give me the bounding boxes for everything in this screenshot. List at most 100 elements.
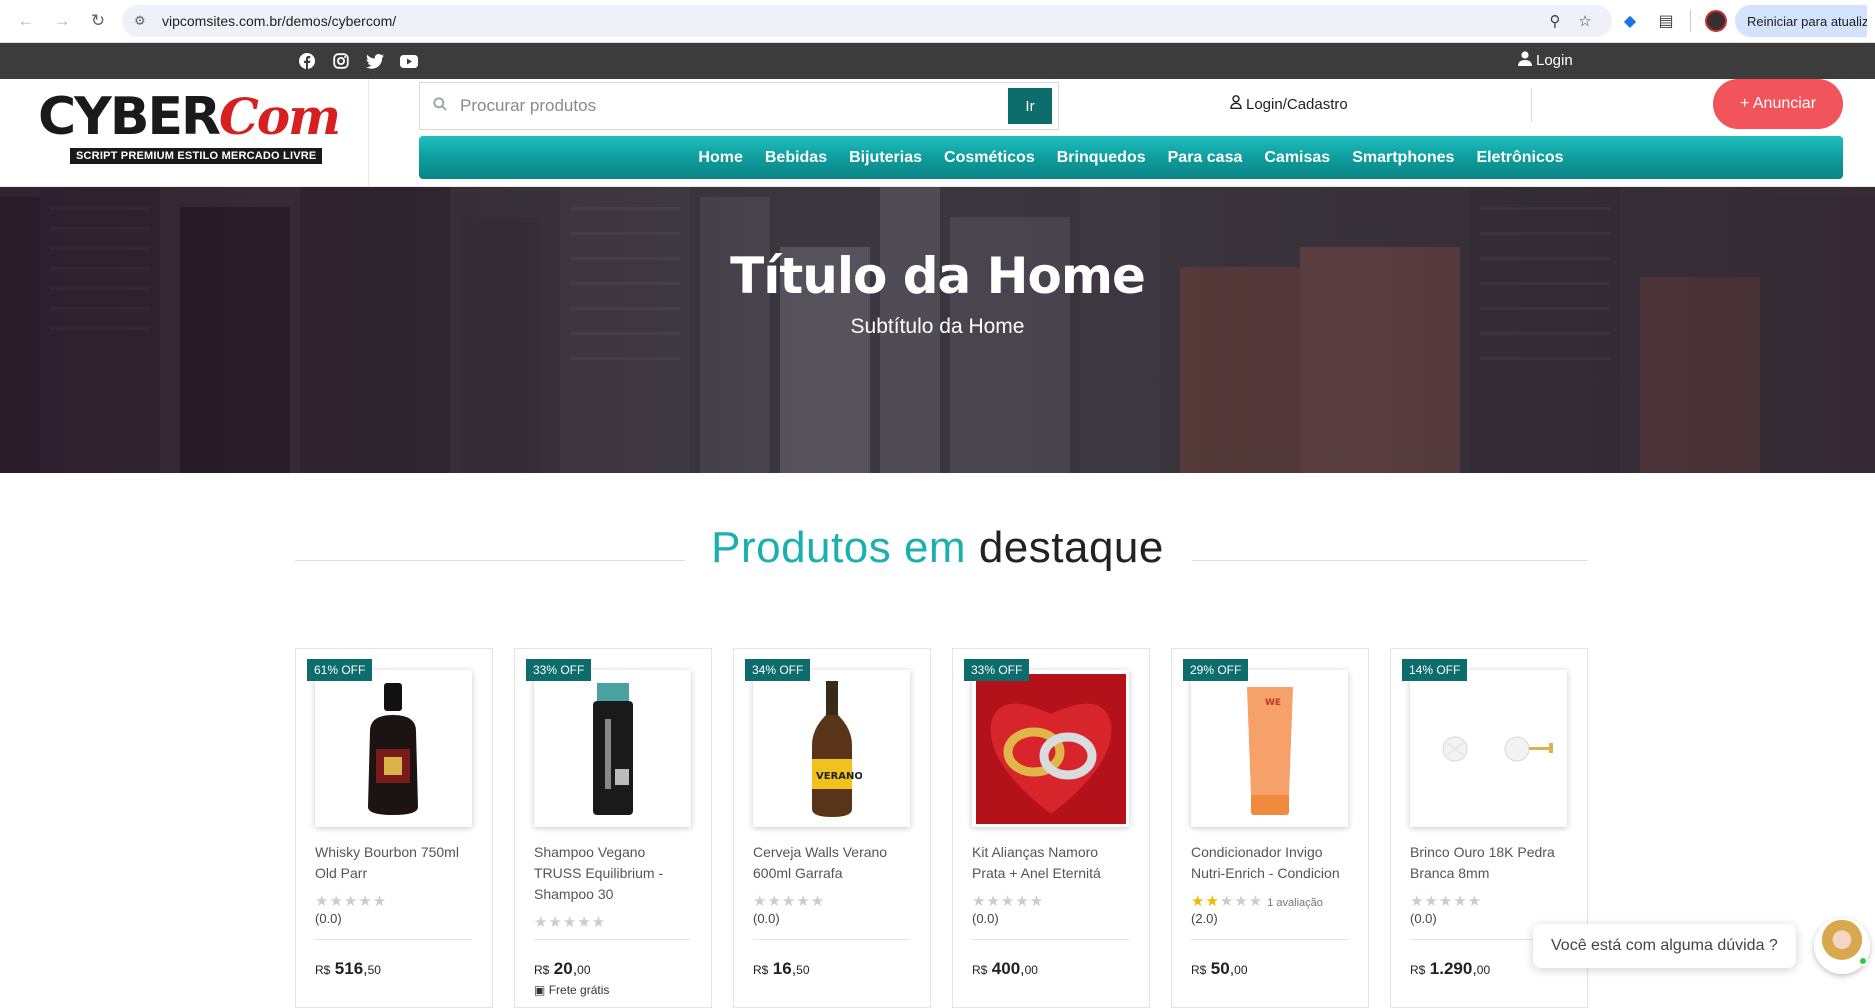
- product-card[interactable]: 29% OFF WE Condicionador Invigo Nutri-En…: [1171, 648, 1369, 1008]
- product-name[interactable]: Shampoo Vegano TRUSS Equilibrium - Shamp…: [534, 842, 696, 905]
- top-social-bar: Login: [0, 43, 1875, 79]
- product-name[interactable]: Whisky Bourbon 750ml Old Parr: [315, 842, 477, 884]
- login-register-link[interactable]: Login/Cadastro: [1230, 95, 1348, 113]
- product-card[interactable]: 34% OFF VERANO Cerveja Walls Verano 600m…: [733, 648, 931, 1008]
- price-currency: R$: [1410, 963, 1426, 977]
- discount-badge: 33% OFF: [526, 659, 592, 681]
- discount-badge: 61% OFF: [307, 659, 373, 681]
- hero-title: Título da Home: [730, 247, 1146, 305]
- hero-banner: Título da Home Subtítulo da Home: [0, 187, 1875, 473]
- nav-item-camisas[interactable]: Camisas: [1264, 149, 1330, 167]
- nav-item-eletronicos[interactable]: Eletrônicos: [1476, 149, 1563, 167]
- address-bar[interactable]: ⚙ vipcomsites.com.br/demos/cybercom/ ⚲ ☆: [122, 5, 1612, 37]
- product-name[interactable]: Cerveja Walls Verano 600ml Garrafa: [753, 842, 915, 884]
- price-currency: R$: [753, 963, 769, 977]
- top-login-link[interactable]: Login: [1518, 51, 1573, 70]
- price-integer: 516: [334, 959, 364, 978]
- price-integer: 50: [1210, 959, 1230, 978]
- star-filled: ★★: [1191, 893, 1220, 910]
- price-currency: R$: [315, 963, 331, 977]
- nav-item-bijuterias[interactable]: Bijuterias: [849, 149, 922, 167]
- review-count: 1 avaliação: [1267, 897, 1323, 909]
- product-price: R$ 1.290,00: [1410, 959, 1491, 978]
- toolbar-divider: [1690, 10, 1691, 32]
- restart-to-update-button[interactable]: Reiniciar para atualizar: [1735, 5, 1867, 37]
- extension-icon[interactable]: ◆: [1612, 11, 1648, 31]
- anunciar-button[interactable]: + Anunciar: [1713, 79, 1843, 129]
- logo-accent-text: Com: [219, 87, 341, 146]
- price-integer: 1.290: [1429, 959, 1473, 978]
- price-currency: R$: [1191, 963, 1207, 977]
- site-settings-icon[interactable]: ⚙: [134, 13, 152, 29]
- discount-badge: 14% OFF: [1402, 659, 1468, 681]
- nav-item-bebidas[interactable]: Bebidas: [765, 149, 827, 167]
- price-decimal: 50: [367, 963, 381, 977]
- reload-icon[interactable]: ↻: [80, 3, 116, 39]
- svg-text:VERANO: VERANO: [816, 771, 862, 782]
- chat-agent-avatar[interactable]: [1814, 918, 1870, 974]
- product-image[interactable]: [315, 670, 472, 827]
- login-register-label: Login/Cadastro: [1246, 95, 1348, 113]
- forward-icon[interactable]: →: [44, 3, 80, 39]
- bookmark-star-icon[interactable]: ☆: [1570, 12, 1600, 30]
- search-submit-button[interactable]: Ir: [1008, 88, 1052, 124]
- product-name[interactable]: Brinco Ouro 18K Pedra Branca 8mm: [1410, 842, 1572, 884]
- nav-item-home[interactable]: Home: [698, 149, 742, 167]
- back-icon[interactable]: ←: [8, 3, 44, 39]
- rating-stars: ★★★★★: [315, 893, 388, 910]
- youtube-icon[interactable]: [398, 52, 420, 70]
- extensions-puzzle-icon[interactable]: ▤: [1648, 11, 1684, 31]
- product-image[interactable]: VERANO: [753, 670, 910, 827]
- price-decimal: 00: [1024, 963, 1038, 977]
- nav-item-cosmeticos[interactable]: Cosméticos: [944, 149, 1035, 167]
- rating-value: (2.0): [1191, 911, 1218, 926]
- rating-stars: ★★★★★: [972, 893, 1045, 910]
- discount-badge: 33% OFF: [964, 659, 1030, 681]
- product-image[interactable]: [534, 670, 691, 827]
- product-price: R$ 50,00: [1191, 959, 1248, 978]
- online-status-dot: [1858, 956, 1868, 966]
- product-name[interactable]: Condicionador Invigo Nutri-Enrich - Cond…: [1191, 842, 1353, 884]
- product-card[interactable]: 33% OFF Kit Alianças Namoro Prata + Anel…: [952, 648, 1150, 1008]
- section-title-part1: Produtos em: [711, 523, 967, 572]
- card-divider: [315, 939, 472, 940]
- url-text[interactable]: vipcomsites.com.br/demos/cybercom/: [162, 13, 1540, 29]
- price-decimal: 00: [1476, 963, 1491, 977]
- product-image[interactable]: WE: [1191, 670, 1348, 827]
- product-card[interactable]: 61% OFF Whisky Bourbon 750ml Old Parr ★★…: [295, 648, 493, 1008]
- product-name[interactable]: Kit Alianças Namoro Prata + Anel Eternit…: [972, 842, 1134, 884]
- category-nav: Home Bebidas Bijuterias Cosméticos Brinq…: [419, 136, 1843, 179]
- shipping-text: Frete grátis: [548, 983, 610, 997]
- browser-toolbar: ← → ↻ ⚙ vipcomsites.com.br/demos/cyberco…: [0, 0, 1875, 43]
- nav-item-para-casa[interactable]: Para casa: [1168, 149, 1243, 167]
- profile-avatar[interactable]: [1705, 10, 1727, 32]
- logo-main-text: CYBER: [38, 87, 221, 147]
- free-shipping-label: ▣ Frete grátis: [534, 983, 609, 997]
- twitter-icon[interactable]: [364, 52, 386, 70]
- price-currency: R$: [534, 963, 550, 977]
- search-bar: Ir: [419, 82, 1059, 130]
- logo[interactable]: CYBERCom SCRIPT PREMIUM ESTILO MERCADO L…: [0, 79, 369, 187]
- search-input[interactable]: [460, 96, 1008, 116]
- password-key-icon[interactable]: ⚲: [1540, 12, 1570, 30]
- chat-prompt-bubble[interactable]: Você está com alguma dúvida ?: [1533, 924, 1796, 968]
- top-login-label: Login: [1536, 52, 1573, 69]
- product-price: R$ 516,50: [315, 959, 381, 978]
- nav-item-smartphones[interactable]: Smartphones: [1352, 149, 1454, 167]
- user-outline-icon: [1230, 95, 1242, 113]
- product-card[interactable]: 33% OFF Shampoo Vegano TRUSS Equilibrium…: [514, 648, 712, 1008]
- discount-badge: 29% OFF: [1183, 659, 1249, 681]
- rating-value: (0.0): [1410, 911, 1437, 926]
- product-image[interactable]: [1410, 670, 1567, 827]
- price-integer: 400: [991, 959, 1021, 978]
- facebook-icon[interactable]: [296, 52, 318, 70]
- product-image[interactable]: [972, 670, 1129, 827]
- search-icon: [420, 97, 460, 115]
- nav-item-brinquedos[interactable]: Brinquedos: [1057, 149, 1146, 167]
- price-currency: R$: [972, 963, 988, 977]
- logo-tagline: SCRIPT PREMIUM ESTILO MERCADO LIVRE: [70, 148, 323, 164]
- rating-stars: ★★★★★ 1 avaliação: [1191, 893, 1323, 910]
- price-integer: 20: [553, 959, 573, 978]
- rating-stars: ★★★★★: [1410, 893, 1483, 910]
- instagram-icon[interactable]: [330, 52, 352, 70]
